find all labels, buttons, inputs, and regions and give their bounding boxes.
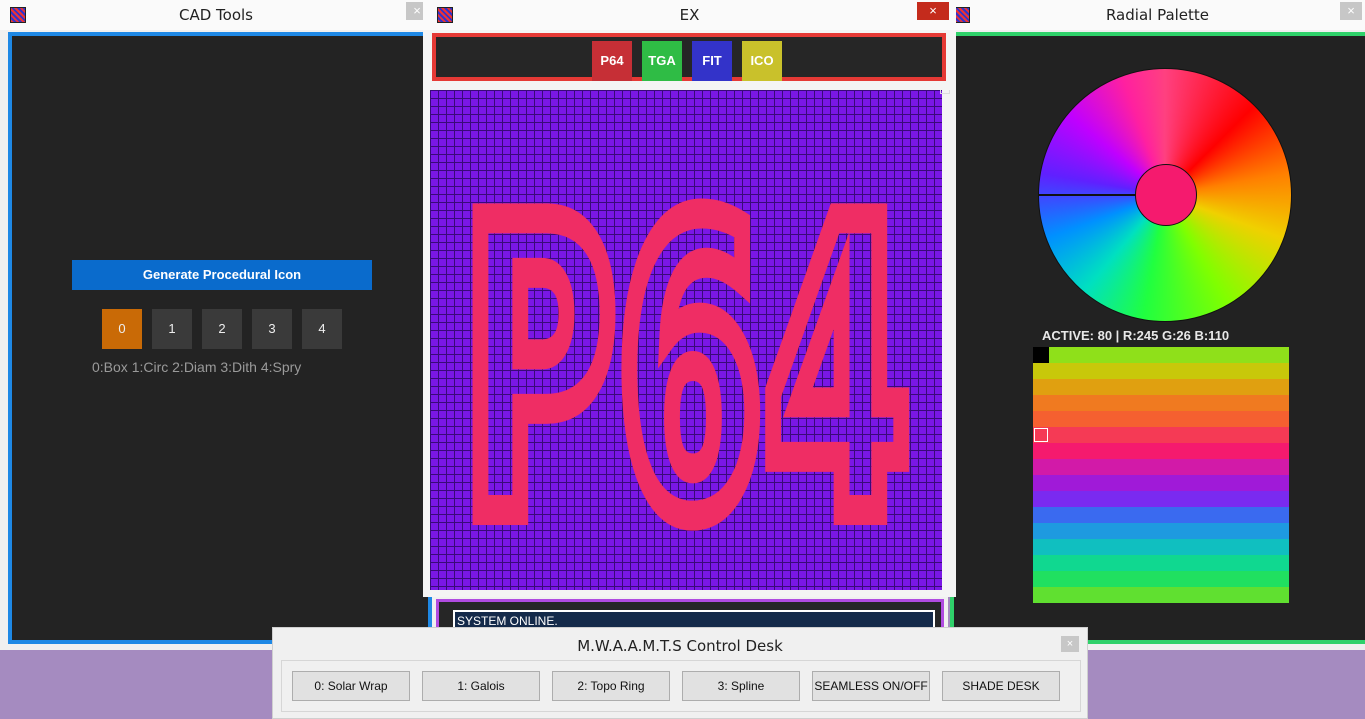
- pixel-canvas[interactable]: P64: [430, 90, 942, 590]
- palette-row[interactable]: [1033, 443, 1289, 459]
- palette-row[interactable]: [1033, 539, 1289, 555]
- format-toolbar: P64 TGA FIT ICO: [432, 33, 946, 81]
- generate-icon-button[interactable]: Generate Procedural Icon: [72, 260, 372, 290]
- radial-palette-window: Radial Palette × ACTIVE: 80 | R:245 G:26…: [950, 0, 1365, 650]
- palette-row[interactable]: [1033, 491, 1289, 507]
- palette-row[interactable]: [1033, 379, 1289, 395]
- export-p64-button[interactable]: P64: [592, 41, 632, 81]
- palette-row[interactable]: [1033, 459, 1289, 475]
- brush-3-button[interactable]: 3: [252, 309, 292, 349]
- brush-1-button[interactable]: 1: [152, 309, 192, 349]
- palette-selection-marker: [1034, 428, 1048, 442]
- control-desk-window: M.W.A.A.M.T.S Control Desk × 0: Solar Wr…: [272, 627, 1088, 719]
- cad-titlebar[interactable]: CAD Tools ×: [0, 0, 432, 30]
- palette-row[interactable]: [1033, 507, 1289, 523]
- brush-0-button[interactable]: 0: [102, 309, 142, 349]
- palette-swatch-grid[interactable]: [1033, 347, 1289, 603]
- radial-titlebar[interactable]: Radial Palette ×: [950, 0, 1365, 30]
- palette-swatch-black[interactable]: [1033, 347, 1049, 363]
- resize-handle[interactable]: [940, 90, 950, 94]
- radial-panel: ACTIVE: 80 | R:245 G:26 B:110: [950, 32, 1365, 644]
- desk-title: M.W.A.A.M.T.S Control Desk: [577, 637, 783, 655]
- canvas-drawing: P64: [446, 125, 926, 590]
- export-fit-button[interactable]: FIT: [692, 41, 732, 81]
- canvas-lettering: P64: [461, 140, 911, 590]
- hue-indicator: [1039, 194, 1139, 196]
- galois-button[interactable]: 1: Galois: [422, 671, 540, 701]
- palette-row[interactable]: [1033, 587, 1289, 603]
- palette-row[interactable]: [1033, 363, 1289, 379]
- palette-row[interactable]: [1033, 555, 1289, 571]
- close-icon[interactable]: ×: [1340, 2, 1362, 20]
- palette-row[interactable]: [1033, 347, 1289, 363]
- palette-row[interactable]: [1033, 395, 1289, 411]
- ex-titlebar[interactable]: EX ×: [423, 0, 956, 30]
- palette-row[interactable]: [1033, 411, 1289, 427]
- close-icon[interactable]: ×: [917, 2, 949, 20]
- desk-button-row: 0: Solar Wrap 1: Galois 2: Topo Ring 3: …: [281, 660, 1081, 712]
- solar-wrap-button[interactable]: 0: Solar Wrap: [292, 671, 410, 701]
- active-color-readout: ACTIVE: 80 | R:245 G:26 B:110: [1042, 328, 1230, 343]
- palette-row[interactable]: [1033, 523, 1289, 539]
- cad-panel: Generate Procedural Icon 0 1 2 3 4 0:Box…: [8, 32, 432, 644]
- seamless-toggle-button[interactable]: SEAMLESS ON/OFF: [812, 671, 930, 701]
- brush-legend: 0:Box 1:Circ 2:Diam 3:Dith 4:Spry: [92, 359, 302, 375]
- topo-ring-button[interactable]: 2: Topo Ring: [552, 671, 670, 701]
- cad-tools-window: CAD Tools × Generate Procedural Icon 0 1…: [0, 0, 432, 650]
- spline-button[interactable]: 3: Spline: [682, 671, 800, 701]
- export-tga-button[interactable]: TGA: [642, 41, 682, 81]
- ex-title: EX: [679, 6, 700, 24]
- palette-row[interactable]: [1033, 475, 1289, 491]
- export-ico-button[interactable]: ICO: [742, 41, 782, 81]
- cad-title: CAD Tools: [178, 6, 253, 24]
- close-icon[interactable]: ×: [1061, 636, 1079, 652]
- palette-row[interactable]: [1033, 427, 1289, 443]
- brush-2-button[interactable]: 2: [202, 309, 242, 349]
- brush-4-button[interactable]: 4: [302, 309, 342, 349]
- radial-title: Radial Palette: [1105, 6, 1210, 24]
- shade-desk-button[interactable]: SHADE DESK: [942, 671, 1060, 701]
- ex-window: EX × P64 TGA FIT ICO P64: [423, 0, 956, 597]
- palette-row[interactable]: [1033, 571, 1289, 587]
- active-color-swatch: [1135, 164, 1197, 226]
- color-wheel[interactable]: [1038, 68, 1292, 322]
